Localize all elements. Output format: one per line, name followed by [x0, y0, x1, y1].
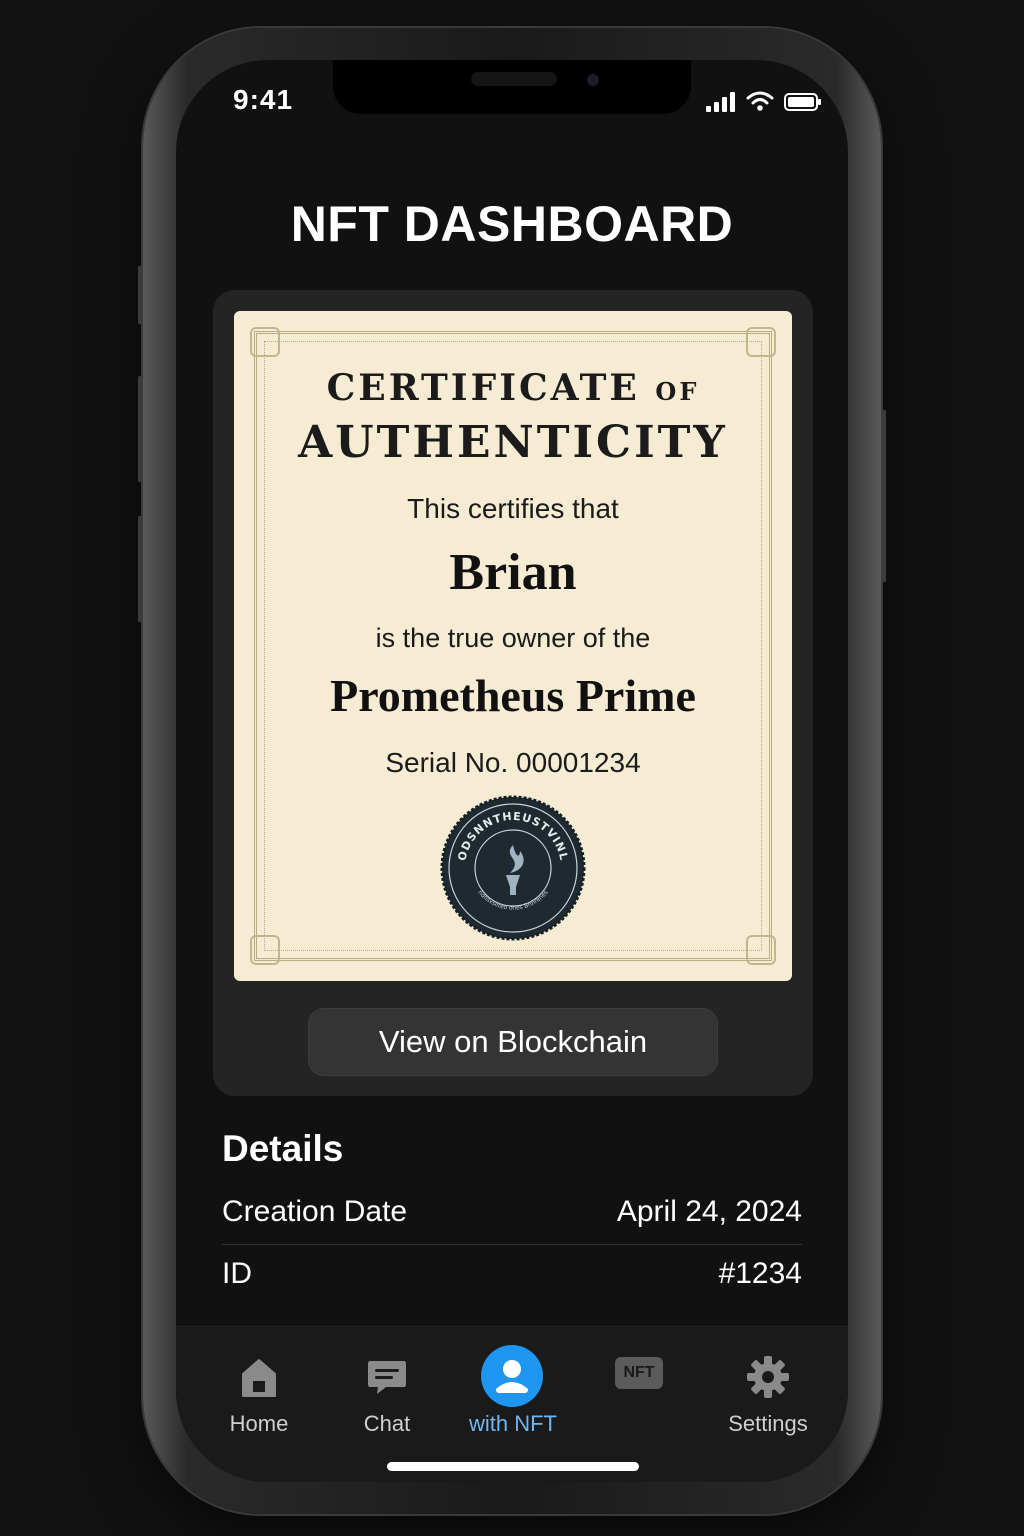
page-title: NFT DASHBOARD	[290, 196, 734, 252]
chat-icon	[357, 1349, 417, 1405]
authenticity-seal: ODSNNTHEUSTVINL ndnsxsilteo ones Bnnrene…	[440, 795, 586, 941]
tab-label: Chat	[363, 1411, 411, 1436]
signal-icon	[706, 92, 735, 112]
tab-label: with NFT	[469, 1411, 557, 1436]
status-time: 9:41	[233, 84, 294, 115]
owner-text: is the true owner of the	[375, 623, 651, 653]
detail-value: #1234	[718, 1257, 802, 1290]
nft-icon-text: NFT	[615, 1357, 663, 1389]
certificate-title-line1: CERTIFICATE OF	[234, 367, 792, 409]
tab-nft[interactable]: NFT	[572, 1327, 706, 1437]
detail-label: ID	[222, 1257, 252, 1290]
wifi-icon	[746, 91, 774, 111]
item-name: Prometheus Prime	[330, 670, 696, 721]
tab-with-nft[interactable]: with NFT	[446, 1327, 580, 1437]
detail-row-id: ID #1234	[222, 1244, 802, 1304]
volume-up-button	[138, 376, 143, 482]
owner-name: Brian	[449, 544, 577, 601]
corner-ornament	[250, 935, 280, 965]
profile-icon	[481, 1345, 543, 1407]
tab-settings[interactable]: Settings	[701, 1327, 835, 1437]
battery-icon	[784, 93, 821, 111]
home-indicator[interactable]	[387, 1462, 639, 1471]
home-icon	[229, 1349, 289, 1405]
detail-label: Creation Date	[222, 1195, 408, 1228]
gear-icon	[738, 1349, 798, 1405]
nft-icon: NFT	[609, 1345, 669, 1401]
serial-number: Serial No. 00001234	[385, 747, 641, 778]
corner-ornament	[746, 327, 776, 357]
nft-card: CERTIFICATE OF AUTHENTICITY This certifi…	[213, 290, 813, 1096]
tab-label: Home	[229, 1411, 289, 1436]
view-on-blockchain-button[interactable]: View on Blockchain	[308, 1008, 718, 1076]
certificate-title-of: OF	[655, 377, 700, 406]
detail-value: April 24, 2024	[616, 1195, 802, 1228]
corner-ornament	[250, 327, 280, 357]
tab-label: Settings	[728, 1411, 808, 1436]
tab-chat[interactable]: Chat	[320, 1327, 454, 1437]
notch	[333, 60, 691, 114]
power-button	[881, 410, 886, 582]
tab-bar: Home Chat with NFT NFT Settings	[176, 1326, 848, 1482]
front-camera	[587, 74, 599, 86]
certificate-title-line2: AUTHENTICITY	[298, 417, 728, 468]
certificate[interactable]: CERTIFICATE OF AUTHENTICITY This certifi…	[234, 311, 792, 981]
corner-ornament	[746, 935, 776, 965]
phone-screen: 9:41 NFT DASHBOARD CERTIFICATE OF AUTHEN…	[176, 60, 848, 1482]
tab-home[interactable]: Home	[192, 1327, 326, 1437]
certifies-text: This certifies that	[407, 493, 619, 524]
speaker-grille	[471, 72, 557, 86]
details-heading: Details	[222, 1128, 344, 1169]
silent-switch	[138, 266, 143, 324]
certificate-title-word: CERTIFICATE	[326, 367, 640, 409]
status-icons	[706, 90, 822, 112]
detail-row-creation-date: Creation Date April 24, 2024	[222, 1182, 802, 1242]
volume-down-button	[138, 516, 143, 622]
